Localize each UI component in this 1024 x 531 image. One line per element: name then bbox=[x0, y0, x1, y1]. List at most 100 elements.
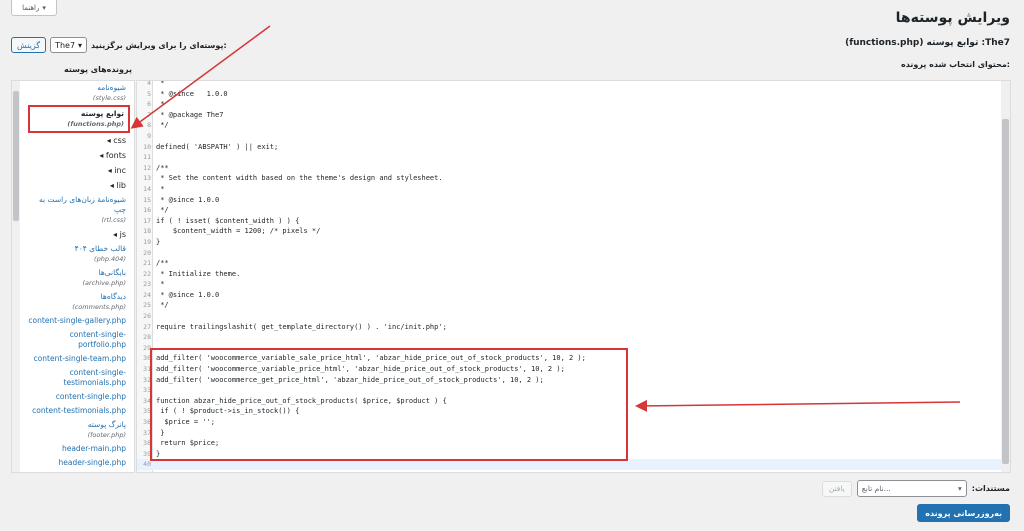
theme-files-heading: پرونده‌های پوسته bbox=[64, 65, 132, 74]
theme-select[interactable]: The7 ▾ bbox=[50, 37, 88, 53]
file-name: content-testimonials.php bbox=[32, 406, 126, 415]
line-number: 12 bbox=[143, 163, 151, 172]
sidebar-file[interactable]: content-single-testimonials.php bbox=[22, 366, 134, 390]
line-code: */ bbox=[156, 206, 169, 215]
select-theme-button[interactable]: گزینش bbox=[11, 37, 47, 53]
file-heading-theme: The7 bbox=[985, 38, 1010, 48]
file-name: content-single-gallery.php bbox=[28, 316, 126, 325]
sidebar-file[interactable]: content-single-team.php bbox=[22, 352, 134, 366]
chevron-down-icon: ▾ bbox=[42, 3, 46, 12]
file-heading: The7: توابع پوسته (functions.php) bbox=[845, 38, 1010, 48]
sidebar-folder[interactable]: fonts ◂ bbox=[22, 148, 134, 163]
selected-content-label: محتوای انتخاب شده پرونده: bbox=[901, 60, 1010, 69]
sidebar-file[interactable]: قالب خطای ۴۰۴ (php.404) bbox=[22, 242, 134, 266]
page-title: ویرایش پوسته‌ها bbox=[895, 10, 1010, 26]
help-tab-label: راهنما bbox=[22, 3, 40, 12]
file-path: (footer.php) bbox=[87, 431, 126, 439]
theme-file-list: شیوه‌نامه (style.css) توابع پوسته (function… bbox=[22, 81, 134, 470]
file-path: (comments.php) bbox=[72, 303, 126, 311]
line-number: 23 bbox=[143, 280, 151, 289]
highlight-box bbox=[150, 348, 628, 461]
sidebar-file-active[interactable]: توابع پوسته (functions.php) bbox=[28, 105, 130, 133]
sidebar-scrollbar[interactable] bbox=[12, 81, 20, 472]
code-line: 28 bbox=[137, 332, 1003, 343]
function-name-select[interactable]: ▾ ...نام تابع bbox=[856, 480, 967, 497]
theme-files-sidebar: شیوه‌نامه (style.css) توابع پوسته (function… bbox=[11, 80, 135, 473]
sidebar-folder[interactable]: css ◂ bbox=[22, 133, 134, 148]
chevron-down-icon: ▾ bbox=[958, 484, 962, 493]
folder-name: lib bbox=[116, 181, 126, 190]
line-number: 6 bbox=[147, 100, 151, 109]
sidebar-file[interactable]: شیوه‌نامهٔ زبان‌های راست به چپ (rtl.css) bbox=[22, 193, 134, 227]
file-path: (php.404) bbox=[94, 255, 126, 263]
file-name: header-main.php bbox=[61, 444, 126, 453]
line-code: /** bbox=[156, 163, 169, 172]
file-path: (archive.php) bbox=[82, 279, 126, 287]
sidebar-file[interactable]: header-main.php bbox=[22, 442, 134, 456]
line-code: * @package The7 bbox=[156, 110, 224, 119]
file-name: توابع پوسته bbox=[80, 109, 124, 118]
code-line: 11 bbox=[137, 152, 1003, 163]
editor-scrollbar-thumb[interactable] bbox=[1002, 119, 1009, 464]
line-number: 8 bbox=[147, 121, 151, 130]
help-tab[interactable]: راهنما ▾ bbox=[11, 0, 57, 16]
sidebar-file[interactable]: content-testimonials.php bbox=[22, 404, 134, 418]
theme-chooser: گزینش The7 ▾ پوسته‌ای را برای ویرایش برگ… bbox=[11, 37, 227, 53]
line-number: 25 bbox=[143, 301, 151, 310]
code-line: 6 * bbox=[137, 99, 1003, 110]
code-line: 4 * bbox=[137, 80, 1003, 89]
code-line: 18 $content_width = 1200; /* pixels */ bbox=[137, 226, 1003, 237]
line-number: 5 bbox=[147, 89, 151, 98]
sidebar-file[interactable]: content-single-gallery.php bbox=[22, 314, 134, 328]
lookup-button[interactable]: یافتن bbox=[821, 480, 852, 497]
sidebar-file[interactable]: بایگانی‌ها (archive.php) bbox=[22, 266, 134, 290]
file-name: شیوه‌نامه bbox=[97, 83, 126, 92]
editor-scrollbar[interactable] bbox=[1001, 81, 1010, 472]
code-line: 12 /** bbox=[137, 163, 1003, 174]
sidebar-folder[interactable]: lib ◂ bbox=[22, 178, 134, 193]
sidebar-file[interactable]: دیدگاه‌ها (comments.php) bbox=[22, 290, 134, 314]
file-name: header-single.php bbox=[58, 458, 126, 467]
sidebar-file[interactable]: content-single-portfolio.php bbox=[22, 328, 134, 352]
line-code: if ( ! isset( $content_width ) ) { bbox=[156, 216, 300, 225]
line-code: * @since 1.0.0 bbox=[156, 89, 228, 98]
line-number: 9 bbox=[147, 131, 151, 140]
sidebar-file[interactable]: header-single.php bbox=[22, 456, 134, 470]
code-line: 14 * bbox=[137, 184, 1003, 195]
code-line: 25 */ bbox=[137, 300, 1003, 311]
sidebar-file[interactable]: پانرگ پوسته (footer.php) bbox=[22, 418, 134, 442]
line-code: * @since 1.0.0 bbox=[156, 195, 220, 204]
line-number: 28 bbox=[143, 333, 151, 342]
code-line: 22 * Initialize theme. bbox=[137, 269, 1003, 280]
folder-name: js bbox=[119, 230, 126, 239]
file-path: (rtl.css) bbox=[101, 216, 126, 224]
line-code: * bbox=[156, 280, 165, 289]
line-number: 26 bbox=[143, 312, 151, 321]
file-name: content-single.php bbox=[55, 392, 126, 401]
sidebar-folder[interactable]: js ◂ bbox=[22, 227, 134, 242]
sidebar-file[interactable]: content-single.php bbox=[22, 390, 134, 404]
sidebar-file[interactable]: شیوه‌نامه (style.css) bbox=[22, 81, 134, 105]
code-line: 8 */ bbox=[137, 120, 1003, 131]
documentation-lookup: مستندات: ▾ ...نام تابع یافتن bbox=[821, 480, 1010, 497]
line-code: /** bbox=[156, 259, 169, 268]
code-line: 16 */ bbox=[137, 205, 1003, 216]
file-name: content-single-team.php bbox=[33, 354, 126, 363]
code-line: 23 * bbox=[137, 279, 1003, 290]
code-line: 5 * @since 1.0.0 bbox=[137, 89, 1003, 100]
line-number: 4 bbox=[147, 80, 151, 87]
function-name-placeholder: ...نام تابع bbox=[861, 484, 891, 493]
update-file-button[interactable]: به‌روزرسانی پرونده bbox=[917, 504, 1010, 522]
code-line: 24 * @since 1.0.0 bbox=[137, 290, 1003, 301]
code-line: 15 * @since 1.0.0 bbox=[137, 195, 1003, 206]
sidebar-scrollbar-thumb[interactable] bbox=[13, 91, 19, 221]
code-line: 26 bbox=[137, 311, 1003, 322]
line-number: 13 bbox=[143, 174, 151, 183]
line-number: 24 bbox=[143, 290, 151, 299]
line-number: 22 bbox=[143, 269, 151, 278]
line-number: 16 bbox=[143, 206, 151, 215]
sidebar-folder[interactable]: inc ◂ bbox=[22, 163, 134, 178]
file-name: شیوه‌نامهٔ زبان‌های راست به چپ bbox=[39, 195, 126, 214]
